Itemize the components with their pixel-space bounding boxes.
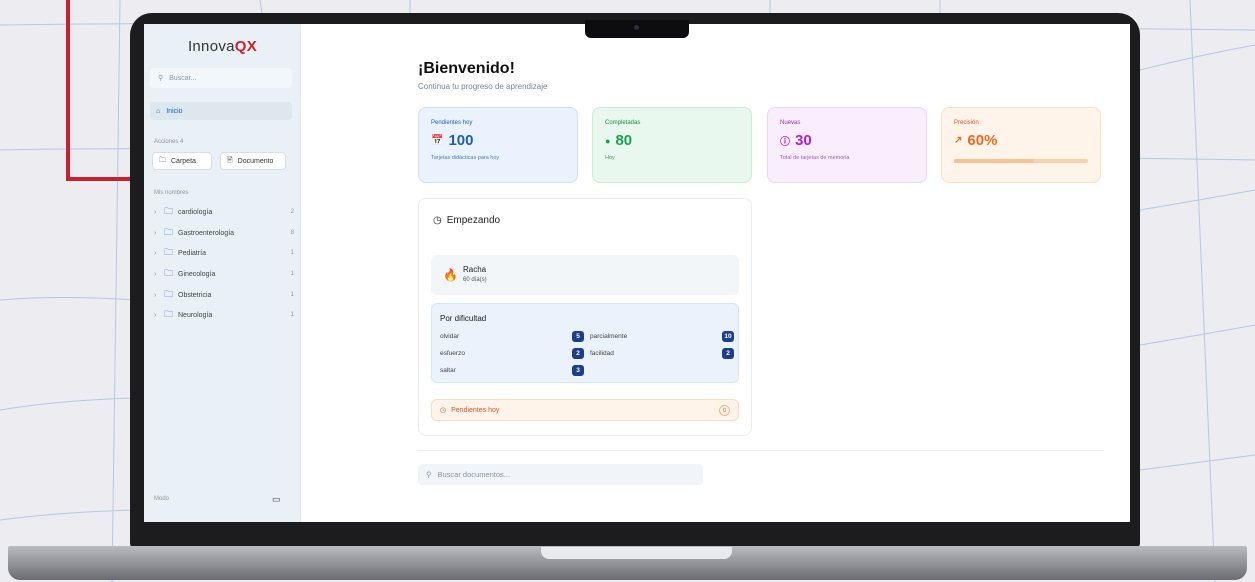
card-subtitle: Tarjetas didácticas para hoy: [431, 155, 500, 161]
folder-icon: 🗀: [164, 227, 174, 237]
chevron-right-icon: ›: [154, 291, 157, 299]
folder-icon: 🗀: [164, 289, 174, 299]
card-value: 30: [795, 132, 812, 149]
accuracy-progress-fill: [954, 159, 1035, 163]
laptop-base-slot: [541, 547, 732, 559]
mode-label: Modo: [154, 496, 170, 502]
folder-icon: 🗀: [164, 206, 174, 216]
home-label: Inicio: [166, 107, 183, 115]
difficulty-count-badge: 5: [572, 331, 584, 342]
red-accent-line: [66, 0, 138, 181]
sidebar-search-input[interactable]: ⚲ Buscar...: [150, 68, 292, 88]
difficulty-label: olvidar: [440, 333, 460, 340]
new-document-button[interactable]: 🗎 Documento: [220, 152, 286, 170]
search-icon: ⚲: [158, 75, 164, 82]
page-title: ¡Bienvenido!: [418, 60, 515, 77]
my-names-label: Mis nombres: [154, 190, 189, 196]
clock-icon: ◷: [440, 407, 447, 414]
difficulty-label: saltar: [440, 367, 456, 374]
card-value: 100: [448, 132, 474, 149]
logo-text: Innova: [187, 38, 235, 55]
stat-card-accuracy[interactable]: Precisión ↗ 60%: [941, 107, 1101, 183]
document-icon: 🗎: [227, 156, 233, 164]
folder-icon: 🗀: [164, 247, 174, 257]
chevron-right-icon: ›: [154, 229, 157, 237]
card-title: Precisión: [954, 120, 979, 126]
panel-title: Empezando: [446, 215, 501, 226]
difficulty-count-badge: 10: [722, 331, 734, 342]
home-icon: ⌂: [156, 107, 161, 115]
stat-card-new[interactable]: Nuevas ⓘ 30 Total de tarjetas de memoria: [767, 107, 927, 183]
sidebar-folder-item[interactable]: › 🗀 Neurología 1: [154, 308, 294, 322]
card-value: 60%: [967, 132, 998, 149]
dot-icon: ●: [605, 135, 611, 146]
doc-search-placeholder: Buscar documentos...: [437, 470, 511, 479]
streak-value: 60 día(s): [463, 277, 487, 283]
camera-notch: [585, 20, 689, 38]
stat-card-pending[interactable]: Pendientes hoy 📅 100 Tarjetas didácticas…: [418, 107, 578, 183]
trend-up-icon: ↗: [954, 135, 963, 146]
accuracy-progress-bar: [954, 159, 1088, 163]
difficulty-box: Por dificultad olvidar 5 parcialmente 10…: [431, 303, 739, 383]
streak-title: Racha: [463, 265, 487, 274]
card-title: Nuevas: [780, 120, 801, 126]
search-placeholder: Buscar...: [169, 74, 197, 82]
actions-section-label: Acciones 4: [154, 139, 184, 145]
difficulty-label: parcialmente: [590, 333, 628, 340]
new-folder-button[interactable]: 🗀 Carpeta: [152, 152, 212, 170]
sidebar-folder-item[interactable]: › 🗀 Obstetricia 1: [154, 288, 294, 302]
chevron-right-icon: ›: [154, 311, 157, 319]
stat-card-completed[interactable]: Completadas ● 80 Hoy: [592, 107, 752, 183]
app-screen: InnovaQX ⚲ Buscar... ⌂ Inicio Acciones 4…: [144, 24, 1130, 522]
page-subtitle: Continua tu progreso de aprendizaje: [418, 82, 548, 91]
folder-icon: 🗀: [159, 156, 166, 164]
difficulty-title: Por dificultad: [440, 314, 487, 323]
pending-label: Pendientes hoy: [451, 406, 500, 414]
card-subtitle: Total de tarjetas de memoria: [780, 155, 850, 161]
chevron-right-icon: ›: [154, 249, 157, 257]
card-value: 80: [615, 132, 633, 149]
sidebar-folder-item[interactable]: › 🗀 Pediatría 1: [154, 246, 294, 260]
pending-count: 0: [719, 404, 730, 416]
theme-toggle-icon[interactable]: ▭: [272, 494, 281, 505]
sidebar-folder-item[interactable]: › 🗀 cardiología 2: [154, 205, 294, 219]
getting-started-panel: ◷ Empezando 🔥 Racha 60 día(s) Por dificu…: [418, 198, 752, 436]
difficulty-count-badge: 2: [572, 348, 584, 359]
difficulty-label: facilidad: [590, 350, 614, 357]
sidebar-folder-item[interactable]: › 🗀 Ginecología 1: [154, 267, 294, 281]
folder-icon: 🗀: [164, 268, 174, 278]
sidebar-item-home[interactable]: ⌂ Inicio: [150, 102, 292, 120]
sidebar-folder-item[interactable]: › 🗀 Gastroenterología 8: [154, 226, 294, 240]
difficulty-label: esfuerzo: [440, 350, 465, 357]
card-title: Pendientes hoy: [431, 120, 473, 126]
calendar-icon: 📅: [431, 135, 444, 146]
streak-box: 🔥 Racha 60 día(s): [431, 255, 739, 295]
search-icon: ⚲: [426, 470, 432, 479]
chevron-right-icon: ›: [154, 208, 157, 216]
pending-today-row[interactable]: ◷ Pendientes hoy 0: [431, 399, 739, 421]
clock-icon: ◷: [433, 215, 442, 226]
folder-icon: 🗀: [164, 309, 174, 319]
chevron-right-icon: ›: [154, 270, 157, 278]
card-title: Completadas: [605, 120, 641, 126]
sidebar: InnovaQX ⚲ Buscar... ⌂ Inicio Acciones 4…: [144, 24, 301, 522]
actions-count: 4: [180, 139, 184, 145]
app-logo[interactable]: InnovaQX: [144, 38, 301, 55]
flame-icon: 🔥: [443, 268, 458, 282]
document-search-input[interactable]: ⚲ Buscar documentos...: [418, 464, 703, 485]
difficulty-count-badge: 3: [572, 365, 584, 376]
divider: [418, 450, 1104, 451]
card-subtitle: Hoy: [605, 155, 615, 161]
logo-accent: QX: [234, 38, 258, 55]
info-icon: ⓘ: [780, 137, 790, 148]
difficulty-count-badge: 2: [722, 348, 734, 359]
